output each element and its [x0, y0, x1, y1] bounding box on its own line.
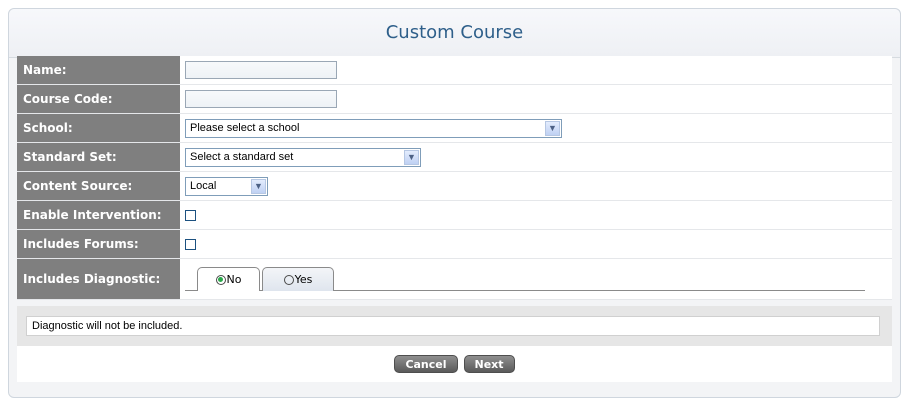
standard-set-cell: Select a standard set ▼ — [181, 143, 892, 171]
enable-intervention-checkbox[interactable] — [185, 209, 196, 221]
content-source-select[interactable]: Local ▼ — [185, 176, 268, 196]
cancel-button[interactable]: Cancel — [394, 355, 458, 373]
school-cell: Please select a school ▼ — [181, 114, 892, 142]
school-label: School: — [17, 114, 181, 142]
includes-forums-cell — [181, 230, 892, 258]
chevron-down-icon[interactable]: ▼ — [404, 149, 419, 165]
name-label: Name: — [17, 56, 181, 84]
enable-intervention-row: Enable Intervention: — [17, 201, 892, 230]
standard-set-label: Standard Set: — [17, 143, 181, 171]
includes-forums-row: Includes Forums: — [17, 230, 892, 259]
page-title: Custom Course — [9, 9, 900, 58]
course-code-row: Course Code: — [17, 85, 892, 114]
includes-diagnostic-cell: No Yes — [181, 259, 892, 299]
school-select-value: Please select a school — [190, 122, 300, 134]
radio-selected-icon[interactable] — [215, 274, 226, 285]
content-source-select-value: Local — [190, 180, 217, 192]
content-source-row: Content Source: Local ▼ — [17, 172, 892, 201]
diagnostic-tabs: No Yes — [185, 259, 865, 299]
enable-intervention-cell — [181, 201, 892, 229]
standard-set-row: Standard Set: Select a standard set ▼ — [17, 143, 892, 172]
course-code-label: Course Code: — [17, 85, 181, 113]
chevron-down-icon[interactable]: ▼ — [251, 178, 266, 194]
standard-set-select[interactable]: Select a standard set ▼ — [185, 147, 421, 167]
content-source-cell: Local ▼ — [181, 172, 892, 200]
includes-diagnostic-label: Includes Diagnostic: — [17, 259, 181, 299]
tab-no[interactable]: No — [197, 267, 260, 291]
course-code-input[interactable] — [185, 90, 337, 108]
name-row: Name: — [17, 56, 892, 85]
radio-unselected-icon[interactable] — [283, 274, 294, 285]
tab-no-label: No — [226, 273, 242, 286]
name-cell — [181, 56, 892, 84]
enable-intervention-label: Enable Intervention: — [17, 201, 181, 229]
includes-diagnostic-row: Includes Diagnostic: No Yes — [17, 259, 892, 300]
school-row: School: Please select a school ▼ — [17, 114, 892, 143]
school-select[interactable]: Please select a school ▼ — [185, 118, 562, 138]
standard-set-select-value: Select a standard set — [190, 151, 294, 163]
tab-yes[interactable]: Yes — [262, 267, 334, 291]
content-source-label: Content Source: — [17, 172, 181, 200]
name-input[interactable] — [185, 61, 337, 79]
chevron-down-icon[interactable]: ▼ — [545, 120, 560, 136]
includes-forums-label: Includes Forums: — [17, 230, 181, 258]
course-form: Name: Course Code: School: Please select… — [17, 56, 892, 300]
includes-forums-checkbox[interactable] — [185, 238, 196, 250]
diagnostic-message: Diagnostic will not be included. — [26, 316, 880, 336]
tab-yes-label: Yes — [294, 273, 313, 286]
course-code-cell — [181, 85, 892, 113]
form-footer: Cancel Next — [17, 346, 892, 382]
next-button[interactable]: Next — [463, 355, 515, 373]
diagnostic-message-area: Diagnostic will not be included. — [17, 306, 892, 346]
